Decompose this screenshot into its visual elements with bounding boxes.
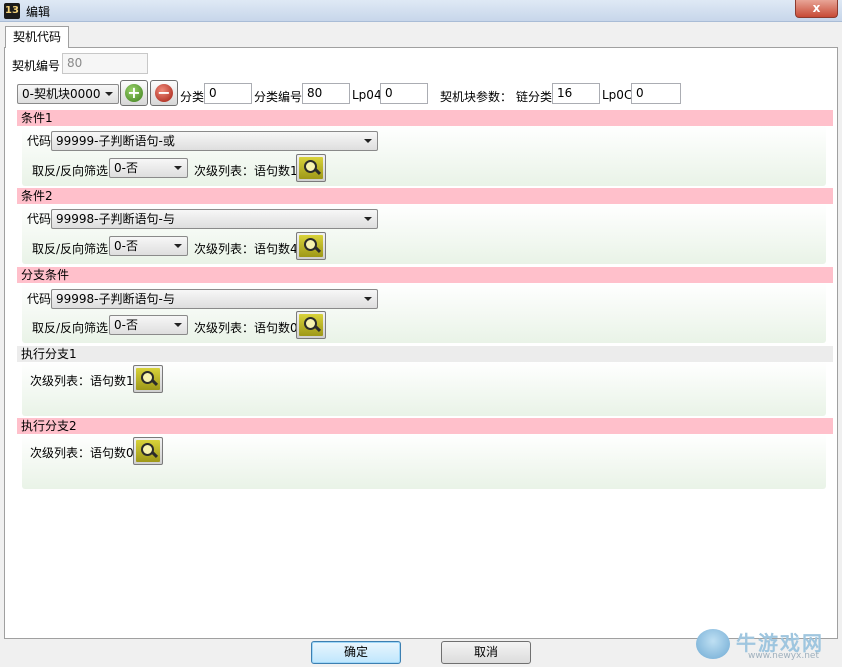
open-sublist-button-exec-branch-2[interactable] [133,437,163,465]
invert-filter-value: 0-否 [114,318,138,332]
section-header-condition-1: 条件1 [17,110,833,126]
sublist-count-label: 次级列表：语句数4 [194,242,298,256]
tab-trigger-code[interactable]: 契机代码 [5,26,69,48]
plus-icon: + [125,84,143,102]
code-select-condition-2[interactable]: 99998-子判断语句-与 [51,209,378,229]
chevron-down-icon [364,297,372,301]
code-label: 代码 [27,134,52,148]
invert-filter-label: 取反/反向筛选 [32,164,109,178]
invert-filter-label: 取反/反向筛选 [32,321,109,335]
invert-filter-value: 0-否 [114,161,138,175]
lp0c-label: Lp0C [602,88,633,102]
category-field[interactable]: 0 [204,83,252,104]
magnifier-icon [299,314,323,336]
block-params-label: 契机块参数： [440,90,513,104]
cancel-button[interactable]: 取消 [441,641,531,664]
code-select-value: 99998-子判断语句-与 [56,292,175,306]
section-header-exec-branch-2: 执行分支2 [17,418,833,434]
open-sublist-button-condition-1[interactable] [296,154,326,182]
invert-filter-value: 0-否 [114,239,138,253]
chevron-down-icon [174,323,182,327]
magnifier-icon [299,235,323,257]
close-button[interactable]: x [795,0,838,18]
chevron-down-icon [174,244,182,248]
title-bar: 13 编辑 x [0,0,842,22]
remove-block-button[interactable]: − [150,80,178,106]
watermark-logo-icon [696,629,730,659]
chevron-down-icon [174,166,182,170]
invert-filter-select-branch-condition[interactable]: 0-否 [109,315,188,335]
sublist-count-label: 次级列表：语句数0 [30,446,134,460]
trigger-id-field: 80 [62,53,148,74]
code-select-branch-condition[interactable]: 99998-子判断语句-与 [51,289,378,309]
chain-category-label: 链分类 [516,90,553,104]
category-no-field[interactable]: 80 [302,83,350,104]
window-title: 编辑 [26,5,51,19]
invert-filter-select-condition-1[interactable]: 0-否 [109,158,188,178]
category-no-label: 分类编号 [254,90,303,104]
section-header-branch-condition: 分支条件 [17,267,833,283]
block-select[interactable]: 0-契机块0000 [17,84,119,104]
invert-filter-select-condition-2[interactable]: 0-否 [109,236,188,256]
lp04-field[interactable]: 0 [380,83,428,104]
block-select-value: 0-契机块0000 [22,87,101,101]
code-select-value: 99999-子判断语句-或 [56,134,175,148]
lp04-label: Lp04 [352,88,382,102]
code-label: 代码 [27,212,52,226]
sublist-count-label: 次级列表：语句数1 [194,164,298,178]
app-icon: 13 [4,3,20,19]
code-label: 代码 [27,292,52,306]
section-header-condition-2: 条件2 [17,188,833,204]
sublist-count-label: 次级列表：语句数1 [30,374,134,388]
magnifier-icon [299,157,323,179]
magnifier-icon [136,440,160,462]
open-sublist-button-condition-2[interactable] [296,232,326,260]
chevron-down-icon [364,139,372,143]
open-sublist-button-exec-branch-1[interactable] [133,365,163,393]
code-select-condition-1[interactable]: 99999-子判断语句-或 [51,131,378,151]
sublist-count-label: 次级列表：语句数0 [194,321,298,335]
category-label: 分类 [180,90,205,104]
section-header-exec-branch-1: 执行分支1 [17,346,833,362]
trigger-id-label: 契机编号 [12,59,61,73]
watermark: 牛游戏网 www.newyx.net [692,627,832,663]
invert-filter-label: 取反/反向筛选 [32,242,109,256]
open-sublist-button-branch-condition[interactable] [296,311,326,339]
add-block-button[interactable]: + [120,80,148,106]
lp0c-field[interactable]: 0 [631,83,681,104]
chevron-down-icon [105,92,113,96]
watermark-url: www.newyx.net [748,651,820,661]
chain-category-field[interactable]: 16 [552,83,600,104]
minus-icon: − [155,84,173,102]
chevron-down-icon [364,217,372,221]
magnifier-icon [136,368,160,390]
code-select-value: 99998-子判断语句-与 [56,212,175,226]
ok-button[interactable]: 确定 [311,641,401,664]
